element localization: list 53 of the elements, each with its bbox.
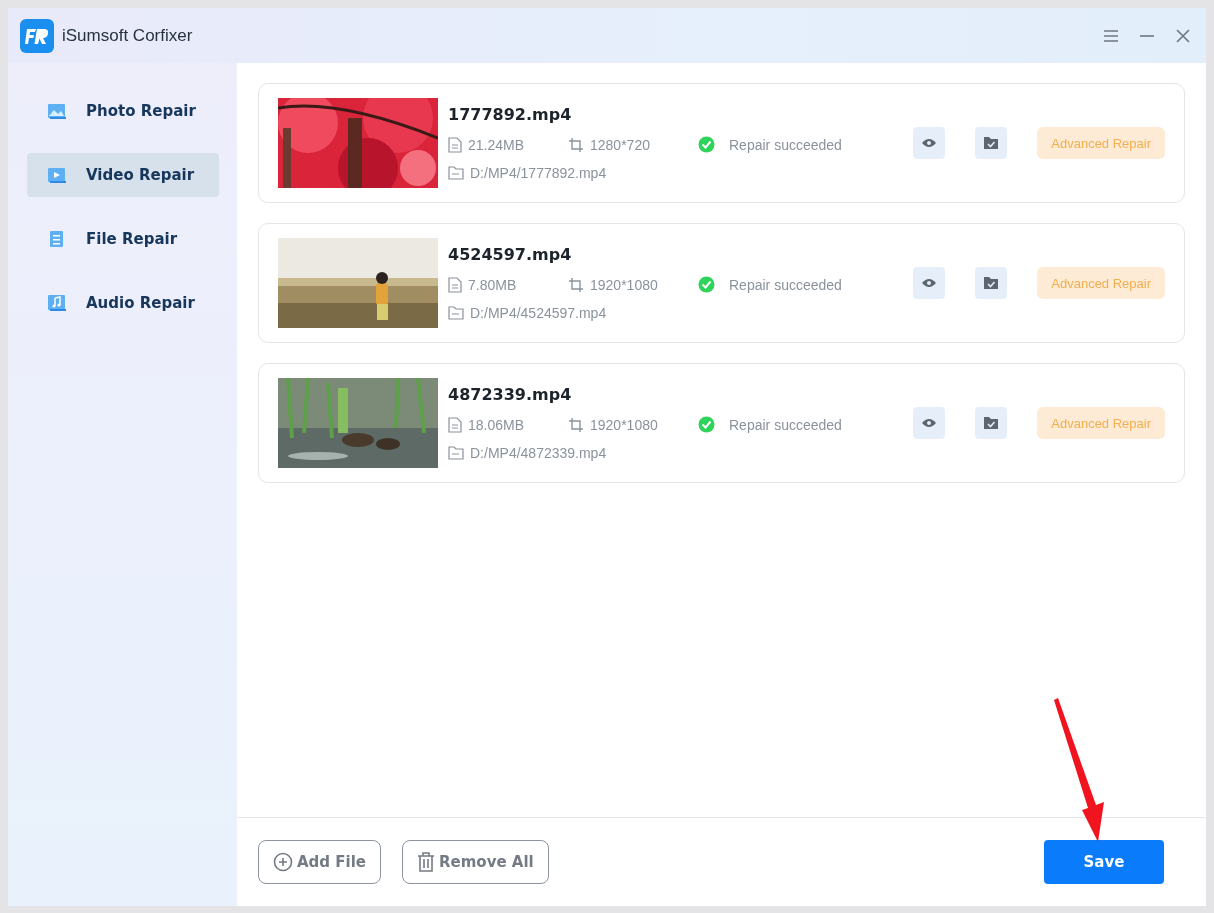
sidebar-item[interactable]: Audio Repair	[27, 281, 219, 325]
folder-icon	[448, 306, 464, 320]
repair-status: Repair succeeded	[729, 136, 842, 153]
open-folder-button[interactable]	[975, 267, 1008, 299]
sidebar-item[interactable]: File Repair	[27, 217, 219, 261]
preview-button[interactable]	[913, 127, 946, 159]
file-name: 4872339.mp4	[448, 385, 573, 404]
remove-all-button[interactable]: Remove All	[402, 840, 549, 884]
photo-icon	[47, 102, 67, 120]
crop-icon	[568, 416, 584, 433]
file-path: D:/MP4/1777892.mp4	[470, 165, 607, 181]
open-folder-button[interactable]	[975, 407, 1008, 439]
file-size: 18.06MB	[468, 416, 525, 433]
preview-button[interactable]	[913, 267, 946, 299]
folder-icon	[448, 166, 464, 180]
add-file-button[interactable]: Add File	[258, 840, 381, 884]
open-folder-button[interactable]	[975, 127, 1008, 159]
folder-check-icon	[983, 416, 1000, 430]
file-name: 1777892.mp4	[448, 105, 573, 124]
save-button[interactable]: Save	[1044, 840, 1164, 884]
folder-check-icon	[983, 276, 1000, 290]
file-path: D:/MP4/4872339.mp4	[470, 445, 607, 461]
preview-button[interactable]	[913, 407, 946, 439]
eye-icon	[921, 138, 938, 148]
repair-status: Repair succeeded	[729, 276, 842, 293]
file-name: 4524597.mp4	[448, 245, 573, 264]
folder-icon	[448, 446, 464, 460]
trash-icon	[417, 852, 435, 872]
audio-icon	[47, 294, 67, 312]
plus-circle-icon	[273, 852, 293, 872]
document-icon	[448, 416, 462, 433]
crop-icon	[568, 276, 584, 293]
repair-status: Repair succeeded	[729, 416, 842, 433]
resolution: 1920*1080	[590, 416, 658, 433]
resolution: 1920*1080	[590, 276, 658, 293]
document-icon	[448, 276, 462, 293]
folder-check-icon	[983, 136, 1000, 150]
resolution: 1280*720	[590, 136, 650, 153]
menu-icon	[1103, 28, 1119, 43]
sidebar-item[interactable]: Photo Repair	[27, 89, 219, 133]
eye-icon	[921, 418, 938, 428]
file-size: 21.24MB	[468, 136, 525, 153]
video-icon	[47, 166, 67, 184]
crop-icon	[568, 136, 584, 153]
document-icon	[448, 136, 462, 153]
minimize-icon	[1139, 33, 1155, 38]
close-icon	[1175, 27, 1191, 44]
file-path: D:/MP4/4524597.mp4	[470, 305, 607, 321]
file-size: 7.80MB	[468, 276, 517, 293]
logo-icon	[20, 18, 54, 53]
eye-icon	[921, 278, 938, 288]
sidebar-item[interactable]: Video Repair	[27, 153, 219, 197]
window-title: iSumsoft Corfixer	[62, 25, 194, 46]
